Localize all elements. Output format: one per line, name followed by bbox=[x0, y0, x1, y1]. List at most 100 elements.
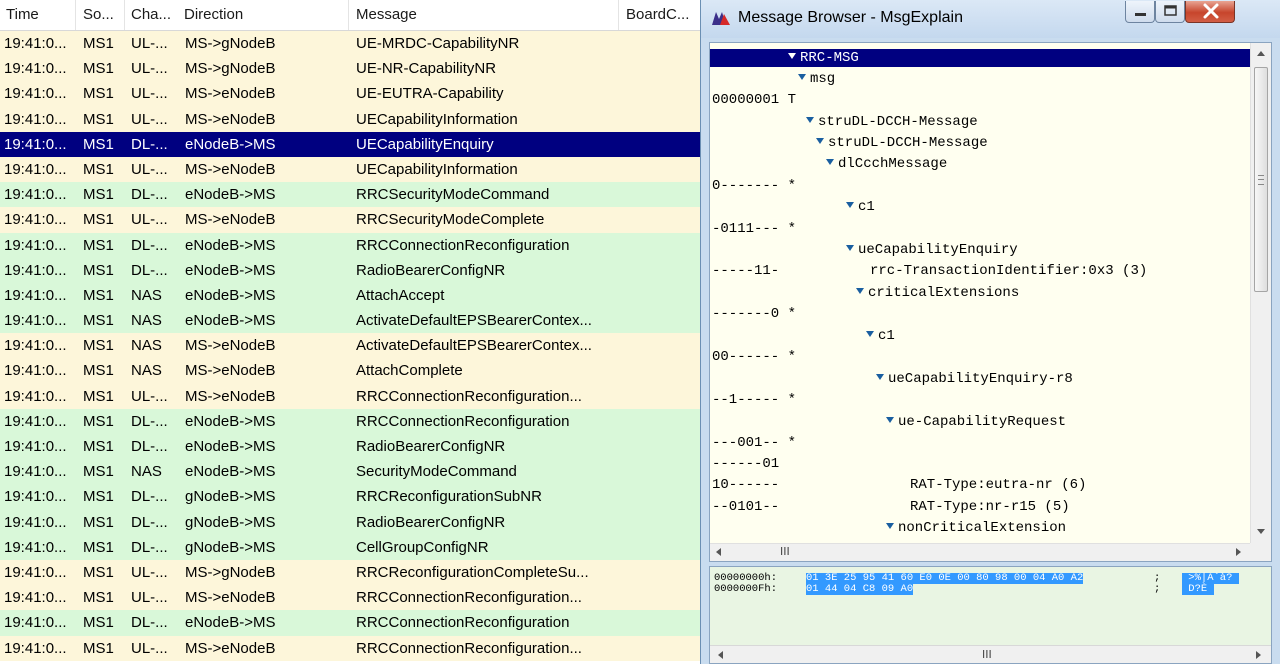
scroll-down-icon[interactable] bbox=[1257, 529, 1265, 534]
table-row[interactable]: 19:41:0... MS1 UL-... MS->eNodeB UECapabilit… bbox=[0, 156, 700, 183]
cell-source: MS1 bbox=[83, 488, 114, 506]
tree-vertical-scrollbar[interactable] bbox=[1250, 43, 1271, 543]
table-row[interactable]: 19:41:0... MS1 DL-... eNodeB->MS RadioBearer… bbox=[0, 257, 700, 283]
col-source[interactable]: So... bbox=[83, 6, 114, 23]
cell-channel: UL-... bbox=[131, 85, 168, 103]
table-row[interactable]: 19:41:0... MS1 DL-... eNodeB->MS RRCConnecti… bbox=[0, 610, 700, 636]
tree-node[interactable]: msg bbox=[798, 70, 835, 88]
table-row[interactable]: 19:41:0... MS1 DL-... eNodeB->MS RRCSecurity… bbox=[0, 182, 700, 208]
tree-node[interactable]: c1 bbox=[846, 198, 875, 216]
hex-dump-pane[interactable]: 00000000h: 01 3E 25 95 41 60 E0 0E 00 80 … bbox=[709, 566, 1272, 664]
table-row[interactable]: 19:41:0... MS1 DL-... gNodeB->MS CellGroupCo… bbox=[0, 534, 700, 560]
col-channel[interactable]: Cha... bbox=[131, 6, 171, 23]
cell-message: RadioBearerConfigNR bbox=[356, 261, 506, 279]
tree-horizontal-scrollbar[interactable]: III bbox=[710, 543, 1250, 561]
tree-node[interactable]: c1 bbox=[866, 327, 895, 345]
expand-triangle-icon[interactable] bbox=[798, 74, 806, 80]
table-row[interactable]: 19:41:0... MS1 NAS eNodeB->MS ActivateDefaul… bbox=[0, 308, 700, 334]
tree-bits: -0111--- * bbox=[712, 221, 797, 237]
expand-triangle-icon[interactable] bbox=[788, 53, 796, 59]
tree-node-label: dlCcchMessage bbox=[838, 156, 948, 172]
table-row[interactable]: 19:41:0... MS1 UL-... MS->eNodeB RRCSecurity… bbox=[0, 207, 700, 233]
col-boardc[interactable]: BoardC... bbox=[626, 6, 689, 23]
scroll-right-icon[interactable] bbox=[1236, 548, 1241, 556]
table-row[interactable]: 19:41:0... MS1 UL-... MS->eNodeB RRCConnecti… bbox=[0, 585, 700, 611]
expand-triangle-icon[interactable] bbox=[876, 374, 884, 380]
table-row[interactable]: 19:41:0... MS1 UL-... MS->gNodeB UE-NR-Capab… bbox=[0, 56, 700, 82]
table-row[interactable]: 19:41:0... MS1 DL-... eNodeB->MS UECapabilit… bbox=[0, 131, 700, 157]
hex-scroll-right-icon[interactable] bbox=[1256, 651, 1261, 659]
expand-triangle-icon[interactable] bbox=[826, 159, 834, 165]
tree-node[interactable]: ue-CapabilityRequest bbox=[886, 413, 1066, 431]
tree-node[interactable]: nonCriticalExtension bbox=[886, 519, 1066, 537]
tree-node-label: msg bbox=[810, 71, 836, 87]
expand-triangle-icon[interactable] bbox=[806, 117, 814, 123]
cell-message: SecurityModeCommand bbox=[356, 463, 517, 481]
cell-source: MS1 bbox=[83, 513, 114, 531]
cell-direction: MS->eNodeB bbox=[185, 337, 276, 355]
col-time[interactable]: Time bbox=[6, 6, 39, 23]
minimize-button[interactable] bbox=[1125, 1, 1155, 23]
tree-node[interactable]: struDL-DCCH-Message bbox=[816, 134, 988, 152]
expand-triangle-icon[interactable] bbox=[856, 288, 864, 294]
col-message[interactable]: Message bbox=[356, 6, 417, 23]
table-row[interactable]: 19:41:0... MS1 UL-... MS->eNodeB RRCConnecti… bbox=[0, 635, 700, 661]
cell-source: MS1 bbox=[83, 563, 114, 581]
cell-time: 19:41:0... bbox=[4, 387, 67, 405]
hex-scroll-grip[interactable]: III bbox=[982, 648, 992, 661]
expand-triangle-icon[interactable] bbox=[886, 523, 894, 529]
table-row[interactable]: 19:41:0... MS1 NAS MS->eNodeB ActivateDefaul… bbox=[0, 333, 700, 359]
close-button[interactable] bbox=[1185, 1, 1235, 23]
tree-node[interactable]: ueCapabilityEnquiry bbox=[846, 241, 1018, 259]
tree-node[interactable]: struDL-DCCH-Message bbox=[806, 113, 978, 131]
maximize-icon bbox=[1164, 5, 1177, 16]
scroll-up-icon[interactable] bbox=[1257, 51, 1265, 56]
table-row[interactable]: 19:41:0... MS1 DL-... eNodeB->MS RadioBearer… bbox=[0, 434, 700, 460]
table-row[interactable]: 19:41:0... MS1 UL-... MS->eNodeB RRCConnecti… bbox=[0, 383, 700, 409]
title-bar[interactable]: Message Browser - MsgExplain bbox=[701, 0, 1280, 38]
cell-channel: UL-... bbox=[131, 110, 168, 128]
expand-triangle-icon[interactable] bbox=[866, 331, 874, 337]
cell-time: 19:41:0... bbox=[4, 286, 67, 304]
hex-scroll-left-icon[interactable] bbox=[718, 651, 723, 659]
scroll-left-icon[interactable] bbox=[716, 548, 721, 556]
table-row[interactable]: 19:41:0... MS1 UL-... MS->eNodeB UE-EUTRA-Ca… bbox=[0, 81, 700, 107]
cell-channel: UL-... bbox=[131, 60, 168, 78]
expand-triangle-icon[interactable] bbox=[816, 138, 824, 144]
tree-node-selected[interactable]: RRC-MSG bbox=[788, 49, 1250, 67]
table-row[interactable]: 19:41:0... MS1 DL-... eNodeB->MS RRCConnecti… bbox=[0, 232, 700, 258]
table-row[interactable]: 19:41:0... MS1 DL-... gNodeB->MS RadioBearer… bbox=[0, 509, 700, 535]
cell-time: 19:41:0... bbox=[4, 261, 67, 279]
cell-message: RRCSecurityModeComplete bbox=[356, 211, 545, 229]
table-row[interactable]: 19:41:0... MS1 DL-... gNodeB->MS RRCReconfig… bbox=[0, 484, 700, 510]
tree-scroll-thumb[interactable] bbox=[1254, 67, 1268, 292]
cell-time: 19:41:0... bbox=[4, 438, 67, 455]
tree-node-label: criticalExtensions bbox=[868, 285, 1020, 301]
cell-channel: DL-... bbox=[131, 236, 168, 254]
scroll-grip[interactable]: III bbox=[780, 545, 790, 558]
hex-horizontal-scrollbar[interactable]: III bbox=[710, 645, 1271, 663]
cell-source: MS1 bbox=[83, 85, 114, 103]
maximize-button[interactable] bbox=[1155, 1, 1185, 23]
table-row[interactable]: 19:41:0... MS1 UL-... MS->eNodeB UECapabilit… bbox=[0, 106, 700, 132]
tree-bits: 10------ bbox=[712, 477, 780, 493]
table-row[interactable]: 19:41:0... MS1 UL-... MS->gNodeB UE-MRDC-Cap… bbox=[0, 31, 700, 57]
col-direction[interactable]: Direction bbox=[184, 6, 243, 23]
message-tree[interactable]: RRC-MSG msg 00000001 T struDL-DCCH-Message s… bbox=[710, 43, 1250, 543]
table-row[interactable]: 19:41:0... MS1 UL-... MS->gNodeB RRCReconfig… bbox=[0, 559, 700, 586]
cell-direction: MS->eNodeB bbox=[185, 160, 276, 178]
tree-node[interactable]: criticalExtensions bbox=[856, 284, 1019, 302]
tree-node[interactable]: RAT-Type:eutra-nr (6) bbox=[910, 476, 1086, 494]
tree-node[interactable]: dlCcchMessage bbox=[826, 155, 947, 173]
table-row[interactable]: 19:41:0... MS1 DL-... eNodeB->MS RRCConnecti… bbox=[0, 408, 700, 434]
expand-triangle-icon[interactable] bbox=[846, 245, 854, 251]
table-row[interactable]: 19:41:0... MS1 NAS MS->eNodeB AttachComplete bbox=[0, 358, 700, 384]
table-row[interactable]: 19:41:0... MS1 NAS eNodeB->MS SecurityModeCo… bbox=[0, 459, 700, 485]
expand-triangle-icon[interactable] bbox=[886, 417, 894, 423]
cell-channel: UL-... bbox=[131, 35, 168, 52]
expand-triangle-icon[interactable] bbox=[846, 202, 854, 208]
tree-node[interactable]: rrc-TransactionIdentifier:0x3 (3) bbox=[870, 262, 1147, 280]
table-row[interactable]: 19:41:0... MS1 NAS eNodeB->MS AttachAccept bbox=[0, 282, 700, 309]
tree-node[interactable]: ueCapabilityEnquiry-r8 bbox=[876, 370, 1073, 388]
tree-node[interactable]: RAT-Type:nr-r15 (5) bbox=[910, 498, 1070, 516]
